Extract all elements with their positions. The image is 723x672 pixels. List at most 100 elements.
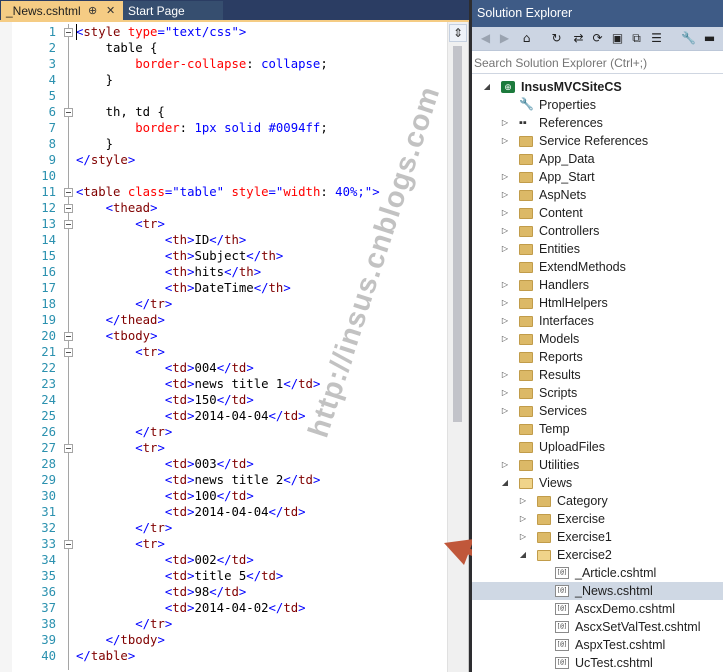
code-line[interactable]: 33 <tr> <box>12 536 448 552</box>
tree-item-folder[interactable]: UploadFiles <box>472 438 723 456</box>
tree-item-file[interactable]: [@] AspxTest.cshtml <box>472 636 723 654</box>
collapse-toggle-icon[interactable] <box>64 108 73 117</box>
copy-icon[interactable]: ⧉ <box>628 30 645 47</box>
code-line[interactable]: 38 </tr> <box>12 616 448 632</box>
code-line[interactable]: 18 </tr> <box>12 296 448 312</box>
code-line[interactable]: 20 <tbody> <box>12 328 448 344</box>
code-line[interactable]: 3 border-collapse: collapse; <box>12 56 448 72</box>
collapse-toggle-icon[interactable] <box>64 540 73 549</box>
code-line[interactable]: 5 <box>12 88 448 104</box>
tree-item-folder[interactable]: ▷ Utilities <box>472 456 723 474</box>
code-line[interactable]: 28 <td>003</td> <box>12 456 448 472</box>
expand-arrow-icon[interactable]: ▷ <box>500 204 510 222</box>
tree-item-file[interactable]: [@] _News.cshtml <box>472 582 723 600</box>
code-line[interactable]: 40 </table> <box>12 648 448 664</box>
tree-item-folder[interactable]: ▷ Service References <box>472 132 723 150</box>
forward-icon[interactable]: ▶ <box>496 30 513 47</box>
code-line[interactable]: 21 <tr> <box>12 344 448 360</box>
split-window-icon[interactable]: ⇕ <box>449 24 467 42</box>
code-line[interactable]: 8 } <box>12 136 448 152</box>
code-line[interactable]: 39 </tbody> <box>12 632 448 648</box>
tree-item-folder[interactable]: ◢ ⊕ InsusMVCSiteCS <box>472 78 723 96</box>
code-line[interactable]: 23 <td>news title 1</td> <box>12 376 448 392</box>
tree-item-folder[interactable]: ▷ Category <box>472 492 723 510</box>
history-icon[interactable]: ↻ <box>548 30 565 47</box>
code-editor[interactable]: _News.cshtml ⊕ ✕ Start Page 1 <style type… <box>0 0 469 672</box>
expand-arrow-icon[interactable]: ▷ <box>500 330 510 348</box>
tree-item-folder[interactable]: ◢ Views <box>472 474 723 492</box>
tree-item-folder[interactable]: ◢ Exercise2 <box>472 546 723 564</box>
tree-item-folder[interactable]: ▷ Content <box>472 204 723 222</box>
tree-item-file[interactable]: [@] AscxSetValTest.cshtml <box>472 618 723 636</box>
collapse-toggle-icon[interactable] <box>64 28 73 37</box>
collapse-toggle-icon[interactable] <box>64 444 73 453</box>
tree-item-folder[interactable]: ▷ App_Start <box>472 168 723 186</box>
tree-item-folder[interactable]: ▷ HtmlHelpers <box>472 294 723 312</box>
code-line[interactable]: 30 <td>100</td> <box>12 488 448 504</box>
properties-icon[interactable]: 🔧 <box>680 30 697 47</box>
home-icon[interactable]: ⌂ <box>518 30 535 47</box>
code-line[interactable]: 25 <td>2014-04-04</td> <box>12 408 448 424</box>
tree-item-folder[interactable]: Temp <box>472 420 723 438</box>
tree-item-folder[interactable]: 🔧 Properties <box>472 96 723 114</box>
back-icon[interactable]: ◀ <box>477 30 494 47</box>
tree-item-folder[interactable]: App_Data <box>472 150 723 168</box>
code-line[interactable]: 31 <td>2014-04-04</td> <box>12 504 448 520</box>
tree-item-folder[interactable]: ▷ ▪▪ References <box>472 114 723 132</box>
tree-item-folder[interactable]: ▷ Models <box>472 330 723 348</box>
tree-item-folder[interactable]: ▷ Exercise <box>472 510 723 528</box>
expand-arrow-icon[interactable]: ▷ <box>518 510 528 528</box>
sync-icon[interactable]: ⇄ <box>570 30 587 47</box>
code-line[interactable]: 4 } <box>12 72 448 88</box>
tree-item-folder[interactable]: ▷ Controllers <box>472 222 723 240</box>
collapse-toggle-icon[interactable] <box>64 204 73 213</box>
tree-item-folder[interactable]: ▷ Results <box>472 366 723 384</box>
expand-arrow-icon[interactable]: ▷ <box>500 168 510 186</box>
code-line[interactable]: 34 <td>002</td> <box>12 552 448 568</box>
refresh-icon[interactable]: ⟳ <box>589 30 606 47</box>
expand-arrow-icon[interactable]: ▷ <box>500 132 510 150</box>
expand-arrow-icon[interactable]: ▷ <box>500 312 510 330</box>
code-line[interactable]: 2 table { <box>12 40 448 56</box>
expand-arrow-icon[interactable]: ▷ <box>500 456 510 474</box>
tree-item-folder[interactable]: ▷ Handlers <box>472 276 723 294</box>
expand-arrow-icon[interactable]: ▷ <box>500 384 510 402</box>
expand-arrow-icon[interactable]: ▷ <box>518 492 528 510</box>
tree-item-folder[interactable]: ExtendMethods <box>472 258 723 276</box>
expand-arrow-icon[interactable]: ▷ <box>518 528 528 546</box>
collapse-toggle-icon[interactable] <box>64 348 73 357</box>
tree-item-folder[interactable]: ▷ Scripts <box>472 384 723 402</box>
code-line[interactable]: 36 <td>98</td> <box>12 584 448 600</box>
expand-arrow-icon[interactable]: ▷ <box>500 240 510 258</box>
tree-item-file[interactable]: [@] UcTest.cshtml <box>472 654 723 672</box>
expand-arrow-icon[interactable]: ▷ <box>500 186 510 204</box>
tree-item-file[interactable]: [@] AscxDemo.cshtml <box>472 600 723 618</box>
tree-item-folder[interactable]: ▷ Interfaces <box>472 312 723 330</box>
show-all-icon[interactable]: ☰ <box>648 30 665 47</box>
collapse-all-icon[interactable]: ▣ <box>609 30 626 47</box>
code-line[interactable]: 27 <tr> <box>12 440 448 456</box>
code-line[interactable]: 32 </tr> <box>12 520 448 536</box>
search-box[interactable] <box>472 51 723 74</box>
collapse-arrow-icon[interactable]: ◢ <box>518 546 528 564</box>
tree-item-file[interactable]: [@] _Article.cshtml <box>472 564 723 582</box>
code-line[interactable]: 29 <td>news title 2</td> <box>12 472 448 488</box>
expand-arrow-icon[interactable]: ▷ <box>500 222 510 240</box>
code-line[interactable]: 26 </tr> <box>12 424 448 440</box>
code-line[interactable]: 7 border: 1px solid #0094ff; <box>12 120 448 136</box>
pin-icon[interactable]: ⊕ <box>88 1 97 22</box>
expand-arrow-icon[interactable]: ▷ <box>500 276 510 294</box>
expand-arrow-icon[interactable]: ▷ <box>500 402 510 420</box>
expand-arrow-icon[interactable]: ▷ <box>500 114 510 132</box>
tree-item-folder[interactable]: ▷ AspNets <box>472 186 723 204</box>
code-line[interactable]: 37 <td>2014-04-02</td> <box>12 600 448 616</box>
scrollbar-thumb[interactable] <box>453 46 462 422</box>
expand-arrow-icon[interactable]: ▷ <box>500 366 510 384</box>
code-line[interactable]: 22 <td>004</td> <box>12 360 448 376</box>
collapse-arrow-icon[interactable]: ◢ <box>500 474 510 492</box>
tree-item-folder[interactable]: ▷ Entities <box>472 240 723 258</box>
tab-start-page[interactable]: Start Page <box>123 1 223 22</box>
code-line[interactable]: 6 th, td { <box>12 104 448 120</box>
pin-icon[interactable]: ▬ <box>701 30 718 47</box>
search-input[interactable] <box>474 54 719 71</box>
